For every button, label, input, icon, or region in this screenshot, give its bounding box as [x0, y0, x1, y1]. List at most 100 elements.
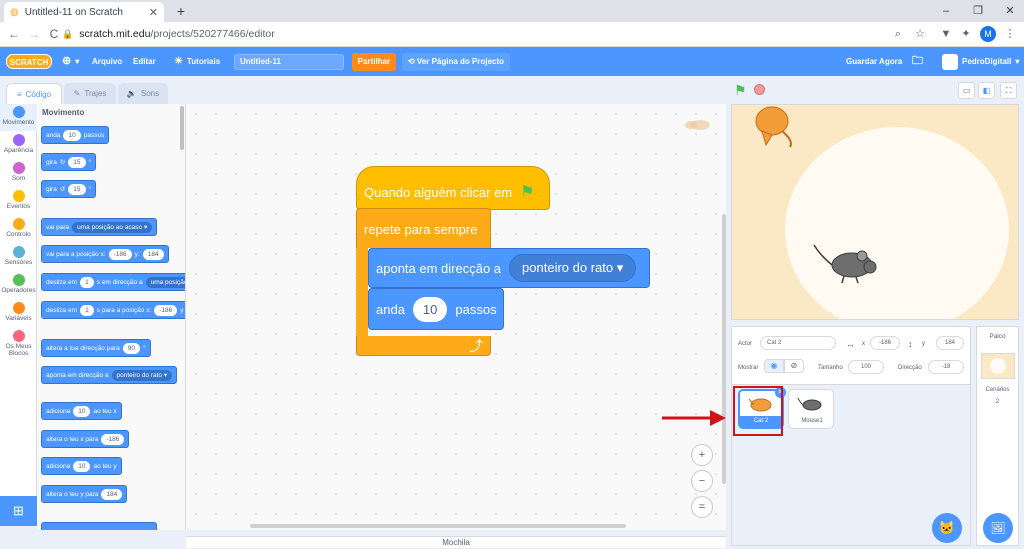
block-input[interactable]: 184: [101, 488, 123, 500]
scratch-logo[interactable]: SCRATCH: [6, 54, 52, 69]
new-tab-button[interactable]: +: [172, 2, 190, 20]
back-button[interactable]: ←: [6, 25, 22, 43]
block-input[interactable]: 10: [73, 460, 91, 472]
category-sound[interactable]: Som: [0, 160, 37, 187]
sprite-name-input[interactable]: Cat 2: [760, 336, 836, 350]
move-steps-input[interactable]: 10: [412, 296, 448, 322]
workspace-h-scrollbar[interactable]: [250, 524, 626, 528]
block-input[interactable]: 15: [68, 183, 86, 195]
stage-canvas[interactable]: [731, 104, 1019, 320]
browser-menu-icon[interactable]: ⋮: [1002, 25, 1018, 43]
block-input[interactable]: 10: [63, 129, 81, 141]
zoom-reset-button[interactable]: =: [691, 496, 713, 518]
block-turn-left[interactable]: gira ↺ 15 °: [41, 180, 97, 198]
add-backdrop-button[interactable]: 🖼: [983, 513, 1013, 543]
category-variables[interactable]: Variáveis: [0, 300, 37, 327]
category-looks[interactable]: Aparência: [0, 132, 37, 159]
fullscreen-icon[interactable]: ⛶: [1000, 82, 1017, 99]
backpack-bar[interactable]: Mochila: [186, 536, 726, 548]
zoom-in-button[interactable]: +: [691, 444, 713, 466]
puzzle-icon[interactable]: ✦: [958, 25, 974, 43]
block-go-to[interactable]: vai para uma posição ao acaso ▾: [41, 218, 158, 236]
category-sensing[interactable]: Sensores: [0, 244, 37, 271]
stage-thumbnail[interactable]: [981, 353, 1015, 379]
hide-eye-icon[interactable]: ⊘: [784, 359, 804, 373]
category-my-blocks[interactable]: Os Meus Blocos: [0, 328, 37, 362]
category-motion[interactable]: Movimento: [0, 104, 37, 131]
green-flag-icon[interactable]: ⚑: [734, 82, 747, 99]
palette-scrollbar[interactable]: [180, 106, 184, 150]
block-set-y[interactable]: altera o teu y para 184: [41, 485, 128, 503]
block-input[interactable]: 15: [68, 156, 86, 168]
category-operators[interactable]: Operadores: [0, 272, 37, 299]
block-input[interactable]: -186: [108, 248, 132, 260]
block-change-y[interactable]: adiciona 10 ao teu y: [41, 457, 122, 475]
block-partial[interactable]: [41, 522, 157, 530]
tutorials-button[interactable]: ☀ Tutoriais: [174, 47, 220, 76]
url-field[interactable]: 🔒 scratch.mit.edu/projects/520277466/edi…: [62, 25, 922, 44]
extension-icon[interactable]: ▼: [938, 25, 954, 43]
block-point-towards[interactable]: aponta em direcção a ponteiro do rato ▾: [41, 366, 178, 384]
share-button[interactable]: Partilhar: [352, 53, 396, 71]
add-extension-button[interactable]: ⊞: [0, 496, 37, 526]
save-now-button[interactable]: Guardar Agora: [846, 47, 902, 76]
large-stage-icon[interactable]: ◧: [978, 82, 995, 99]
window-close-button[interactable]: ✕: [1000, 2, 1020, 20]
block-dropdown[interactable]: uma posição: [145, 276, 185, 288]
block-dropdown[interactable]: uma posição ao acaso ▾: [72, 221, 153, 233]
block-change-x[interactable]: adiciona 10 ao teu x: [41, 402, 122, 420]
script-hat-block[interactable]: Quando alguém clicar em ⚑: [356, 166, 550, 210]
move-steps-block[interactable]: anda 10 passos: [368, 288, 504, 330]
block-input[interactable]: 90: [122, 342, 140, 354]
add-sprite-button[interactable]: 🐱: [932, 513, 962, 543]
edit-menu[interactable]: Editar: [133, 47, 156, 76]
reload-button[interactable]: C: [46, 25, 62, 43]
block-glide-to-xy[interactable]: desliza em 1 s para a posição x: -186 y: [41, 301, 185, 319]
block-input[interactable]: 10: [73, 405, 91, 417]
block-point-direction[interactable]: altera a tua direcção para 90 °: [41, 339, 151, 357]
account-menu[interactable]: PedroDigitall ▾: [942, 47, 1019, 76]
workspace-v-scrollbar[interactable]: [722, 214, 726, 484]
show-eye-icon[interactable]: ◉: [764, 359, 784, 373]
tab-close-icon[interactable]: ✕: [149, 6, 158, 19]
point-towards-block[interactable]: aponta em direcção a ponteiro do rato ▾: [368, 248, 650, 288]
forward-button[interactable]: →: [26, 25, 42, 43]
stage-selector[interactable]: Palco Cenários 2 🖼: [976, 326, 1019, 546]
bookmark-star-icon[interactable]: ☆: [912, 25, 928, 43]
zoom-lens-icon[interactable]: ⌕: [890, 25, 906, 43]
block-input[interactable]: 1: [80, 276, 94, 288]
point-target-dropdown[interactable]: ponteiro do rato ▾: [509, 254, 637, 282]
minimize-button[interactable]: –: [936, 2, 956, 20]
y-input[interactable]: 184: [936, 336, 964, 350]
block-turn-right[interactable]: gira ↻ 15 °: [41, 153, 97, 171]
block-dropdown[interactable]: ponteiro do rato ▾: [111, 369, 173, 381]
tab-costumes[interactable]: ✎ Trajes: [64, 83, 116, 104]
my-stuff-folder-icon[interactable]: 🗀: [912, 47, 923, 76]
tab-sounds[interactable]: 🔉 Sons: [118, 83, 168, 104]
block-input[interactable]: -186: [154, 304, 178, 316]
block-move-steps[interactable]: anda 10 passos: [41, 126, 110, 144]
block-input[interactable]: -186: [101, 433, 125, 445]
block-input[interactable]: 1: [80, 304, 94, 316]
stop-icon[interactable]: [754, 84, 765, 95]
x-input[interactable]: -186: [870, 336, 900, 350]
size-input[interactable]: 100: [848, 360, 884, 374]
block-input[interactable]: 184: [142, 248, 164, 260]
category-events[interactable]: Eventos: [0, 188, 37, 215]
project-title-input[interactable]: Untitled-11: [234, 54, 344, 70]
small-stage-icon[interactable]: ▭: [958, 82, 975, 99]
code-workspace[interactable]: Quando alguém clicar em ⚑ repete para se…: [186, 104, 726, 530]
language-button[interactable]: ⊕ ▾: [62, 47, 79, 76]
block-go-to-xy[interactable]: vai para a posição x: -186 y: 184: [41, 245, 169, 263]
block-set-x[interactable]: altera o teu x para -186: [41, 430, 130, 448]
file-menu[interactable]: Arquivo: [92, 47, 122, 76]
category-control[interactable]: Controlo: [0, 216, 37, 243]
see-project-page-button[interactable]: ⟲ Ver Página do Projecto: [402, 53, 510, 71]
profile-avatar[interactable]: M: [980, 26, 996, 42]
block-glide-to[interactable]: desliza em 1 s em direcção a uma posição: [41, 273, 185, 291]
browser-tab[interactable]: ◍ Untitled-11 on Scratch ✕: [4, 2, 164, 22]
sprite-thumb-mouse1[interactable]: Mouse1: [788, 389, 834, 429]
direction-input[interactable]: -18: [928, 360, 964, 374]
tab-code[interactable]: ≡ Código: [6, 83, 62, 104]
zoom-out-button[interactable]: −: [691, 470, 713, 492]
